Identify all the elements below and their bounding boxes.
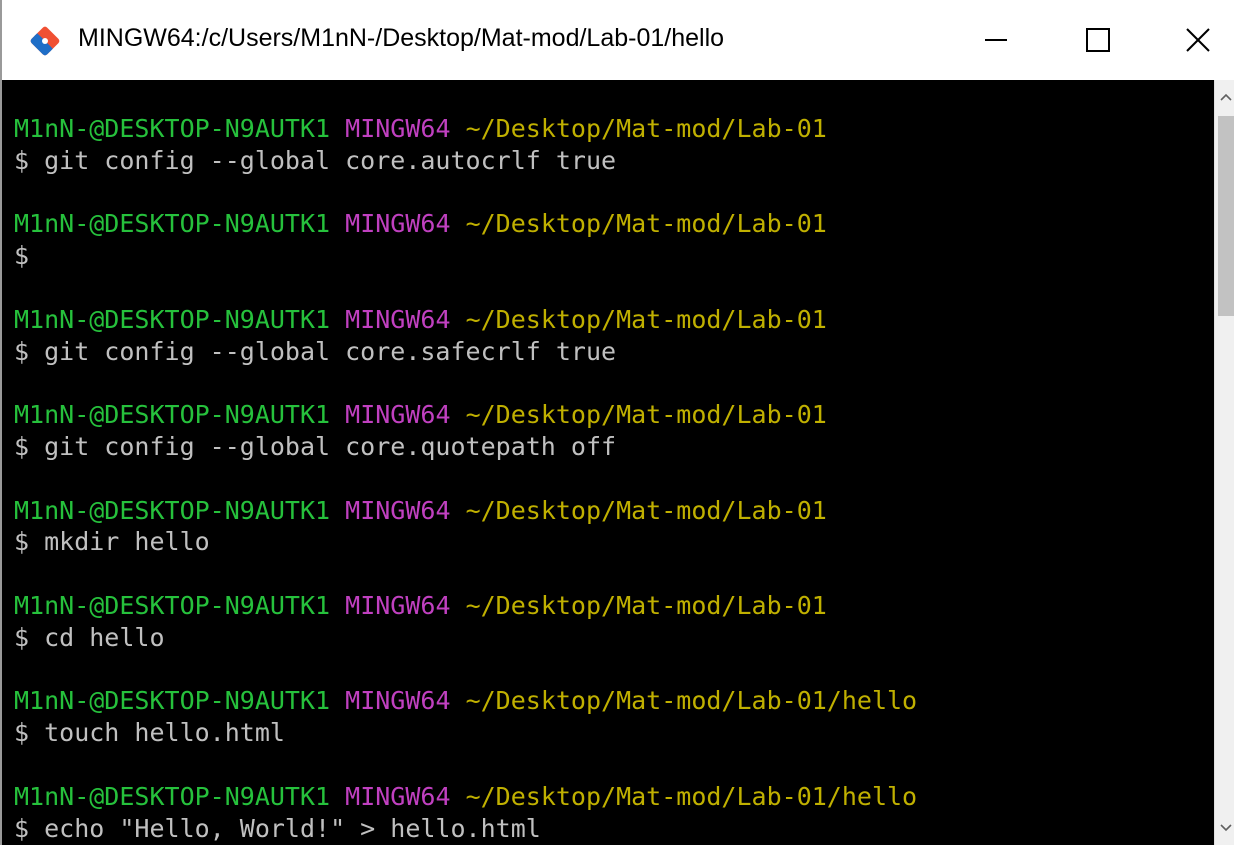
minimize-icon	[983, 27, 1009, 53]
prompt-user: M1nN-@DESKTOP-N9AUTK1	[14, 781, 331, 811]
window-title: MINGW64:/c/Users/M1nN-/Desktop/Mat-mod/L…	[78, 24, 725, 52]
chevron-down-icon	[1220, 819, 1232, 837]
command-line: $ touch hello.html	[14, 718, 285, 748]
command-line: $ cd hello	[14, 622, 165, 652]
prompt-line: M1nN-@DESKTOP-N9AUTK1 MINGW64 ~/Desktop/…	[14, 685, 917, 717]
scrollbar-thumb[interactable]	[1218, 116, 1234, 316]
prompt-path: ~/Desktop/Mat-mod/Lab-01	[465, 590, 827, 620]
prompt-user: M1nN-@DESKTOP-N9AUTK1	[14, 304, 331, 334]
prompt-user: M1nN-@DESKTOP-N9AUTK1	[14, 686, 331, 716]
terminal-window: MINGW64:/c/Users/M1nN-/Desktop/Mat-mod/L…	[0, 0, 1234, 845]
maximize-button[interactable]	[1048, 0, 1148, 80]
title-bar[interactable]: MINGW64:/c/Users/M1nN-/Desktop/Mat-mod/L…	[2, 0, 1234, 80]
command-line: $ git config --global core.safecrlf true	[14, 336, 617, 366]
prompt-msystem: MINGW64	[345, 400, 451, 430]
prompt-path: ~/Desktop/Mat-mod/Lab-01	[465, 495, 827, 525]
command-line: $ mkdir hello	[14, 527, 210, 557]
chevron-up-icon	[1220, 88, 1232, 106]
command-line: $ git config --global core.quotepath off	[14, 431, 617, 461]
prompt-msystem: MINGW64	[345, 495, 451, 525]
prompt-path: ~/Desktop/Mat-mod/Lab-01	[465, 304, 827, 334]
git-bash-icon	[30, 26, 60, 56]
prompt-path: ~/Desktop/Mat-mod/Lab-01/hello	[465, 686, 918, 716]
prompt-path: ~/Desktop/Mat-mod/Lab-01/hello	[465, 781, 918, 811]
prompt-path: ~/Desktop/Mat-mod/Lab-01	[465, 400, 827, 430]
scroll-down-button[interactable]	[1215, 817, 1234, 839]
command-line: $ git config --global core.autocrlf true	[14, 145, 617, 175]
prompt-msystem: MINGW64	[345, 590, 451, 620]
prompt-line: M1nN-@DESKTOP-N9AUTK1 MINGW64 ~/Desktop/…	[14, 495, 917, 527]
prompt-msystem: MINGW64	[345, 781, 451, 811]
prompt-path: ~/Desktop/Mat-mod/Lab-01	[465, 114, 827, 143]
prompt-user: M1nN-@DESKTOP-N9AUTK1	[14, 114, 331, 143]
prompt-msystem: MINGW64	[345, 114, 451, 143]
prompt-msystem: MINGW64	[345, 304, 451, 334]
vertical-scrollbar[interactable]	[1214, 80, 1234, 845]
prompt-user: M1nN-@DESKTOP-N9AUTK1	[14, 400, 331, 430]
scroll-up-button[interactable]	[1215, 86, 1234, 108]
command-line: $	[14, 241, 30, 271]
close-button[interactable]	[1148, 0, 1234, 80]
prompt-user: M1nN-@DESKTOP-N9AUTK1	[14, 590, 331, 620]
prompt-msystem: MINGW64	[345, 209, 451, 239]
terminal-output[interactable]: M1nN-@DESKTOP-N9AUTK1 MINGW64 ~/Desktop/…	[2, 80, 1214, 845]
prompt-line: M1nN-@DESKTOP-N9AUTK1 MINGW64 ~/Desktop/…	[14, 304, 917, 336]
prompt-line: M1nN-@DESKTOP-N9AUTK1 MINGW64 ~/Desktop/…	[14, 781, 917, 813]
maximize-icon	[1085, 27, 1111, 53]
prompt-line: M1nN-@DESKTOP-N9AUTK1 MINGW64 ~/Desktop/…	[14, 590, 917, 622]
prompt-path: ~/Desktop/Mat-mod/Lab-01	[465, 209, 827, 239]
prompt-line: M1nN-@DESKTOP-N9AUTK1 MINGW64 ~/Desktop/…	[14, 399, 917, 431]
close-icon	[1185, 27, 1211, 53]
terminal-lines: M1nN-@DESKTOP-N9AUTK1 MINGW64 ~/Desktop/…	[14, 113, 917, 844]
prompt-user: M1nN-@DESKTOP-N9AUTK1	[14, 209, 331, 239]
prompt-line: M1nN-@DESKTOP-N9AUTK1 MINGW64 ~/Desktop/…	[14, 208, 917, 240]
minimize-button[interactable]	[946, 0, 1046, 80]
prompt-msystem: MINGW64	[345, 686, 451, 716]
command-line: $ echo "Hello, World!" > hello.html	[14, 813, 541, 843]
prompt-line: M1nN-@DESKTOP-N9AUTK1 MINGW64 ~/Desktop/…	[14, 113, 917, 145]
prompt-user: M1nN-@DESKTOP-N9AUTK1	[14, 495, 331, 525]
